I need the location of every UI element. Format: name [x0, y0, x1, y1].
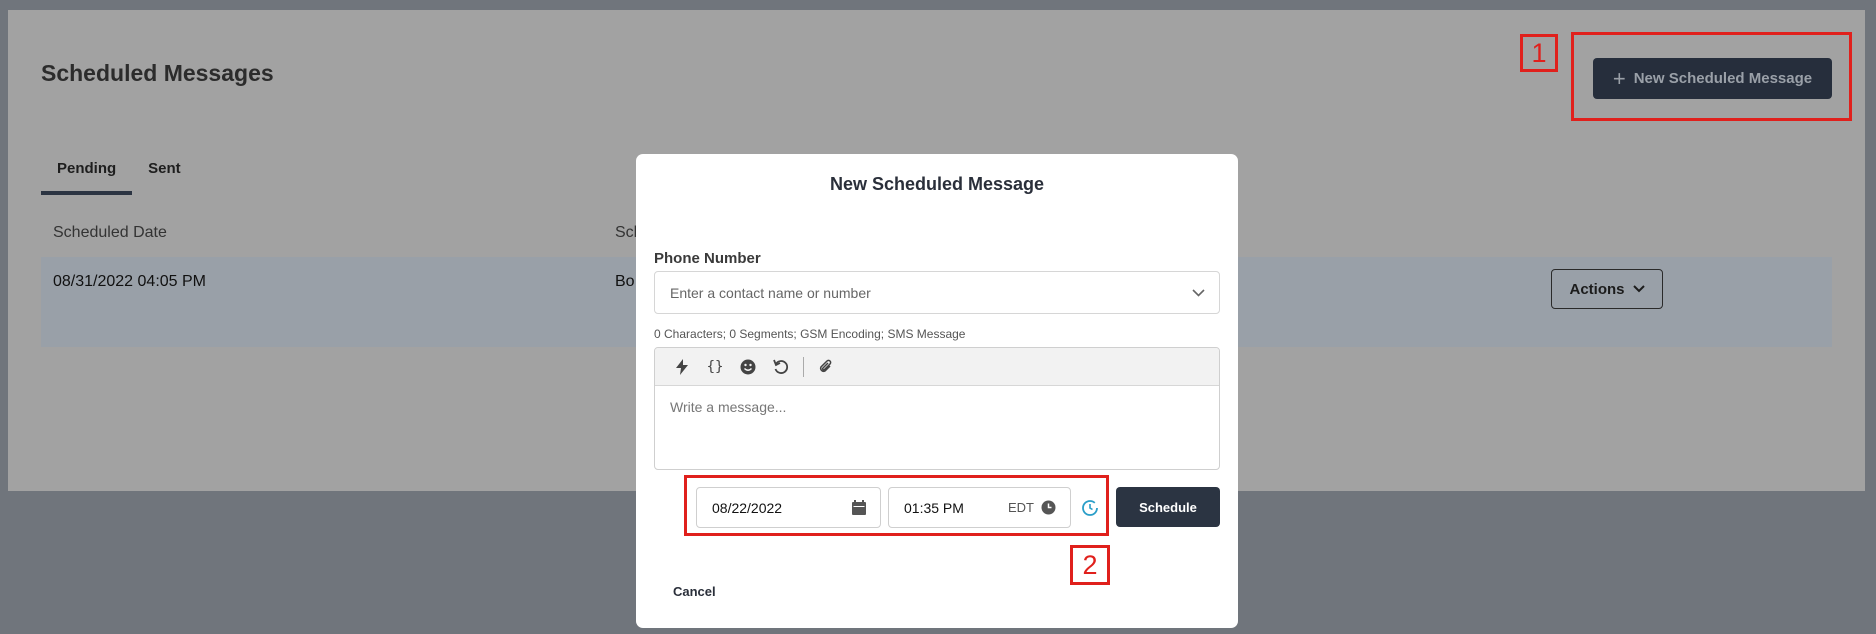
actions-label: Actions [1569, 280, 1625, 298]
column-header-scheduled-date: Scheduled Date [53, 224, 167, 241]
message-editor: {} Write a message... [654, 347, 1220, 470]
annotation-box-2 [684, 475, 1109, 536]
paperclip-icon[interactable] [815, 356, 837, 378]
tab-sent[interactable]: Sent [132, 150, 197, 195]
message-textarea[interactable]: Write a message... [655, 386, 1219, 428]
chevron-down-icon [1632, 285, 1645, 293]
editor-toolbar: {} [655, 348, 1219, 386]
annotation-box-1 [1571, 32, 1852, 121]
phone-number-label: Phone Number [654, 250, 761, 267]
annotation-label-1: 1 [1520, 34, 1558, 72]
new-scheduled-message-modal: New Scheduled Message Phone Number Enter… [636, 154, 1238, 628]
message-meta: 0 Characters; 0 Segments; GSM Encoding; … [654, 327, 966, 341]
row-scheduled-date: 08/31/2022 04:05 PM [53, 273, 207, 290]
annotation-label-2: 2 [1070, 545, 1110, 585]
row-second-col: Bo [615, 273, 635, 290]
undo-icon[interactable] [770, 356, 792, 378]
chevron-down-icon [1192, 288, 1205, 297]
schedule-button[interactable]: Schedule [1116, 487, 1220, 527]
braces-icon[interactable]: {} [704, 356, 726, 378]
toolbar-divider [803, 356, 804, 377]
tabs: Pending Sent [41, 150, 197, 195]
actions-button[interactable]: Actions [1551, 269, 1663, 309]
cancel-button[interactable]: Cancel [673, 584, 716, 599]
emoji-icon[interactable] [737, 356, 759, 378]
modal-title: New Scheduled Message [829, 174, 1045, 194]
phone-number-placeholder: Enter a contact name or number [670, 284, 871, 301]
phone-number-select[interactable]: Enter a contact name or number [654, 271, 1220, 314]
tab-pending[interactable]: Pending [41, 150, 133, 195]
page-title: Scheduled Messages [41, 60, 274, 86]
lightning-icon[interactable] [671, 356, 693, 378]
